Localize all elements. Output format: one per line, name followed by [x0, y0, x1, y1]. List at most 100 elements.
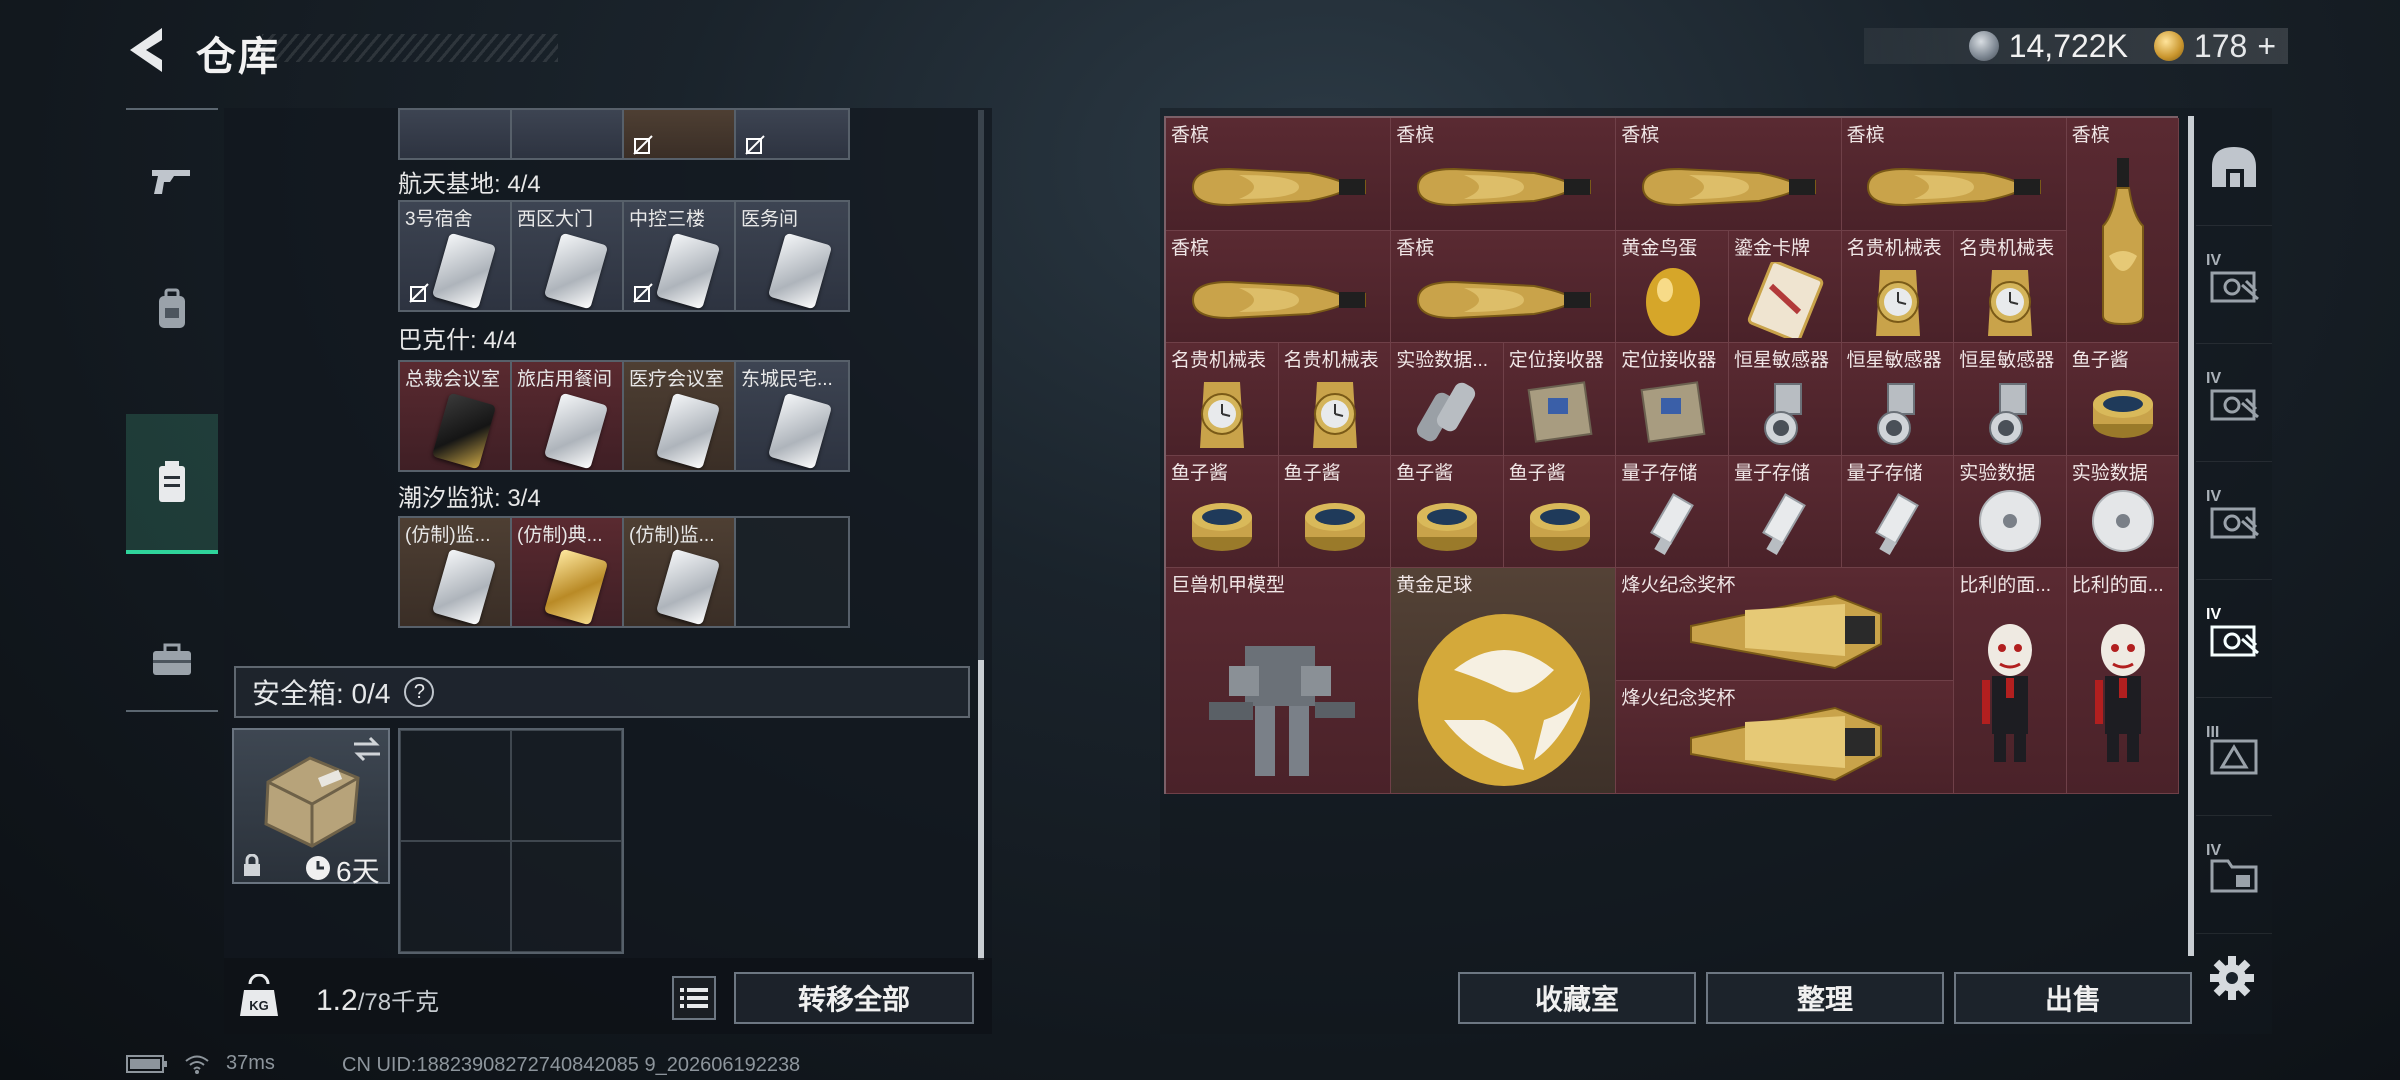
stash-item[interactable]: 香槟: [2066, 118, 2180, 344]
stash-item-label: 实验数据: [1959, 462, 2036, 484]
stash-item[interactable]: 鱼子酱: [1503, 455, 1617, 569]
sell-button[interactable]: 出售: [1954, 972, 2192, 1024]
nav-briefcase[interactable]: [126, 590, 218, 730]
key-card-label: (仿制)监...: [629, 525, 715, 546]
safe-slot[interactable]: [511, 841, 622, 952]
safe-slot[interactable]: [400, 730, 511, 841]
stash-tab[interactable]: IV: [2196, 344, 2272, 462]
stash-tab[interactable]: IV: [2196, 816, 2272, 934]
stash-tab[interactable]: IV: [2196, 580, 2272, 698]
stash-item[interactable]: 恒星敏感器: [1729, 343, 1842, 456]
stash-item[interactable]: 比利的面...: [1954, 568, 2067, 794]
gold-coin-icon: [2153, 31, 2184, 61]
star-sensor-icon: [1989, 383, 2028, 446]
key-slot[interactable]: [624, 110, 736, 158]
stash-item[interactable]: 烽火纪念奖杯: [1616, 568, 1955, 681]
luxury-watch-icon: [1875, 269, 1920, 336]
usb-drive-icon: [1649, 493, 1694, 556]
key-card-item[interactable]: 中控三楼: [624, 202, 736, 310]
data-disc-icon: [2092, 490, 2155, 553]
stash-item[interactable]: 香槟: [1391, 230, 1617, 344]
keycard-icon: [543, 392, 609, 470]
key-slot[interactable]: [736, 110, 848, 158]
stash-item[interactable]: 定位接收器: [1503, 343, 1617, 456]
safe-slot[interactable]: [400, 841, 511, 952]
back-button[interactable]: [124, 24, 172, 76]
key-card-item[interactable]: 旅店用餐间: [512, 362, 624, 470]
stash-item[interactable]: 恒星敏感器: [1954, 343, 2067, 456]
key-slot[interactable]: [512, 110, 624, 158]
left-scrollbar-thumb[interactable]: [978, 660, 984, 960]
weight-lock-button[interactable]: KG: [236, 973, 282, 1020]
key-card-item[interactable]: 医疗会议室: [624, 362, 736, 470]
stash-item[interactable]: 量子存储: [1841, 455, 1955, 569]
settings-button[interactable]: [2208, 954, 2256, 1002]
key-card-item[interactable]: 总裁会议室: [400, 362, 512, 470]
gold-currency-plus[interactable]: +: [2257, 28, 2276, 65]
stash-item[interactable]: 量子存储: [1729, 455, 1842, 569]
right-scrollbar[interactable]: [2188, 116, 2194, 956]
stash-item[interactable]: 实验数据: [1954, 455, 2067, 569]
transfer-all-button[interactable]: 转移全部: [734, 972, 974, 1024]
stash-item[interactable]: 名贵机械表: [1278, 343, 1392, 456]
stash-item[interactable]: 鱼子酱: [2066, 343, 2180, 456]
stash-item[interactable]: 量子存储: [1616, 455, 1729, 569]
key-card-item[interactable]: 西区大门: [512, 202, 624, 310]
stash-item[interactable]: 恒星敏感器: [1841, 343, 1955, 456]
key-card-item[interactable]: 3号宿舍: [400, 202, 512, 310]
backpack-icon: [159, 288, 185, 328]
safe-slot[interactable]: [511, 730, 622, 841]
key-card-item[interactable]: 东城民宅...: [736, 362, 848, 470]
stash-item[interactable]: 香槟: [1391, 118, 1617, 231]
stash-item[interactable]: 鱼子酱: [1278, 455, 1392, 569]
stash-item[interactable]: 名贵机械表: [1954, 230, 2067, 344]
safe-box-item[interactable]: 6天: [232, 728, 390, 887]
keycard-icon: [543, 232, 609, 310]
stash-item[interactable]: 鎏金卡牌: [1729, 230, 1842, 344]
stash-item[interactable]: 烽火纪念奖杯: [1616, 681, 1955, 794]
stash-item[interactable]: 定位接收器: [1616, 343, 1729, 456]
back-arrow-icon: [130, 28, 162, 72]
key-card-item[interactable]: (仿制)监...: [624, 518, 736, 626]
stash-item[interactable]: 香槟: [1841, 118, 2067, 231]
stash-item[interactable]: 鱼子酱: [1166, 455, 1279, 569]
key-slot[interactable]: [400, 110, 512, 158]
stash-item[interactable]: 香槟: [1616, 118, 1842, 231]
stash-item[interactable]: 黄金足球: [1391, 568, 1617, 794]
stash-item[interactable]: 香槟: [1166, 230, 1392, 344]
stash-tab[interactable]: IV: [2196, 226, 2272, 344]
nav-backpack[interactable]: [126, 240, 218, 380]
stash-tab[interactable]: [2196, 108, 2272, 226]
stash-item[interactable]: 香槟: [1166, 118, 1392, 231]
stash-tab[interactable]: IV: [2196, 462, 2272, 580]
stash-item-label: 香槟: [1171, 125, 1210, 146]
key-card-item[interactable]: (仿制)典...: [512, 518, 624, 626]
stash-item[interactable]: 比利的面...: [2066, 568, 2180, 794]
weight-readout: 1.2/78千克: [316, 982, 439, 1018]
key-card-item[interactable]: 医务间: [736, 202, 848, 310]
key-group-title-chaoxi: 潮汐监狱: 3/4: [398, 485, 541, 512]
sort-button[interactable]: 整理: [1706, 972, 1944, 1024]
stash-item[interactable]: 鱼子酱: [1391, 455, 1504, 569]
key-card-item[interactable]: (仿制)监...: [400, 518, 512, 626]
stash-item[interactable]: 黄金鸟蛋: [1616, 230, 1729, 344]
briefcase-icon: [153, 643, 191, 675]
nav-weapons[interactable]: [126, 110, 218, 250]
stash-item[interactable]: 实验数据: [2066, 455, 2180, 569]
stash-item[interactable]: 巨兽机甲模型: [1166, 568, 1392, 794]
caviar-tin-icon: [1304, 503, 1365, 552]
list-view-button[interactable]: [672, 976, 716, 1020]
stash-item[interactable]: 实验数据...: [1391, 343, 1504, 456]
collection-room-button[interactable]: 收藏室: [1458, 972, 1696, 1024]
stash-item[interactable]: 名贵机械表: [1166, 343, 1279, 456]
stash-tab[interactable]: III: [2196, 698, 2272, 816]
stash-item[interactable]: 名贵机械表: [1841, 230, 1955, 344]
empty-key-slot[interactable]: [736, 518, 848, 626]
champagne-bottle-icon: [1416, 280, 1591, 319]
safe-box-slots: [398, 728, 624, 954]
safe-case-icon: [264, 756, 360, 848]
star-sensor-icon: [1764, 383, 1803, 446]
help-button[interactable]: ?: [404, 677, 435, 707]
nav-container[interactable]: [126, 414, 218, 554]
key-card-label: 医务间: [741, 209, 799, 230]
